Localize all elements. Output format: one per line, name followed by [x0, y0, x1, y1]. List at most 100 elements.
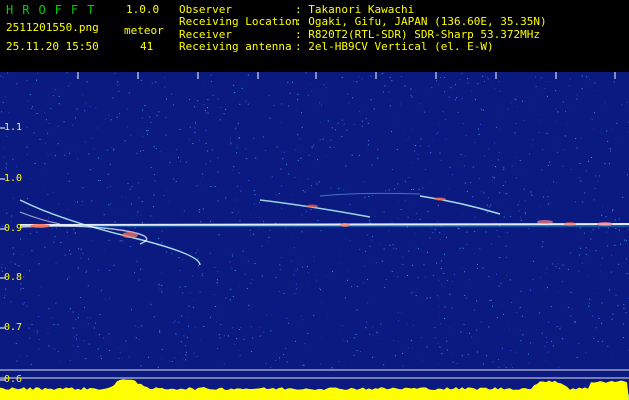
noise-dot: [1, 111, 3, 113]
noise-dot: [214, 185, 216, 187]
noise-dot: [98, 180, 100, 182]
noise-dot: [555, 90, 557, 92]
noise-dot: [622, 337, 624, 339]
noise-dot: [131, 309, 132, 311]
noise-dot: [438, 83, 439, 85]
noise-dot: [187, 336, 189, 338]
noise-dot: [68, 180, 70, 182]
noise-dot: [627, 229, 629, 230]
noise-dot: [439, 257, 441, 259]
noise-dot: [377, 338, 379, 340]
noise-dot: [467, 78, 469, 80]
noise-dot: [552, 263, 554, 265]
noise-dot: [127, 182, 129, 184]
noise-dot: [539, 312, 541, 314]
noise-dot: [297, 268, 299, 270]
noise-dot: [361, 78, 363, 80]
noise-dot: [55, 302, 57, 304]
noise-dot: [317, 220, 319, 221]
noise-dot: [397, 276, 399, 278]
noise-dot: [194, 131, 196, 133]
noise-dot: [434, 327, 436, 329]
noise-dot: [509, 328, 510, 330]
noise-dot: [438, 123, 440, 125]
noise-dot: [155, 81, 157, 83]
noise-dot: [402, 264, 404, 266]
noise-dot: [60, 242, 62, 243]
noise-dot: [182, 259, 184, 261]
noise-dot: [476, 267, 478, 269]
noise-dot: [361, 125, 363, 127]
noise-dot: [589, 79, 590, 81]
noise-dot: [198, 211, 200, 213]
noise-dot: [344, 297, 346, 299]
noise-dot: [229, 134, 231, 136]
noise-dot: [81, 204, 83, 206]
noise-dot: [398, 191, 400, 193]
noise-dot: [616, 122, 618, 124]
noise-dot: [110, 147, 112, 149]
noise-dot: [414, 150, 415, 152]
noise-dot: [452, 361, 454, 363]
noise-dot: [289, 92, 291, 94]
noise-dot: [171, 361, 173, 362]
noise-dot: [368, 196, 370, 197]
noise-dot: [510, 215, 512, 217]
noise-dot: [542, 196, 544, 198]
noise-dot: [178, 322, 180, 323]
noise-dot: [27, 207, 28, 209]
noise-dot: [12, 158, 14, 160]
noise-dot: [618, 229, 620, 231]
noise-dot: [75, 327, 77, 329]
noise-dot: [68, 311, 69, 313]
noise-dot: [581, 75, 583, 77]
noise-dot: [201, 173, 203, 175]
noise-dot: [237, 211, 239, 213]
noise-dot: [420, 138, 422, 140]
noise-dot: [371, 164, 373, 166]
noise-dot: [102, 221, 104, 223]
noise-dot: [609, 148, 611, 150]
hotspot: [122, 232, 138, 238]
noise-dot: [103, 214, 105, 216]
noise-dot: [247, 260, 249, 262]
noise-dot: [529, 288, 531, 290]
noise-dot: [174, 357, 176, 359]
noise-dot: [302, 319, 304, 321]
noise-dot: [546, 132, 548, 134]
noise-dot: [291, 194, 292, 196]
noise-dot: [67, 278, 69, 280]
noise-dot: [596, 323, 597, 325]
noise-dot: [16, 166, 18, 168]
noise-dot: [338, 361, 340, 363]
noise-dot: [258, 217, 260, 219]
noise-dot: [69, 360, 71, 362]
noise-dot: [524, 213, 526, 215]
noise-dot: [242, 250, 244, 252]
noise-dot: [240, 190, 242, 192]
noise-dot: [400, 103, 402, 105]
noise-dot: [531, 194, 533, 196]
noise-dot: [585, 352, 587, 354]
noise-dot: [161, 291, 163, 293]
noise-dot: [416, 212, 418, 214]
noise-dot: [97, 269, 99, 271]
noise-dot: [597, 316, 599, 318]
noise-dot: [310, 185, 312, 187]
noise-dot: [237, 185, 238, 187]
freq-tick-label: 1.1: [4, 122, 23, 133]
noise-dot: [103, 337, 105, 339]
noise-dot: [474, 341, 476, 343]
noise-dot: [520, 340, 522, 342]
noise-dot: [440, 159, 442, 161]
noise-dot: [427, 251, 428, 253]
noise-dot: [605, 230, 607, 232]
noise-dot: [251, 279, 253, 281]
noise-dot: [602, 103, 604, 105]
noise-dot: [380, 73, 382, 75]
noise-dot: [26, 305, 28, 307]
noise-dot: [541, 332, 543, 334]
noise-dot: [10, 220, 12, 222]
noise-dot: [38, 339, 40, 341]
noise-dot: [335, 129, 336, 131]
